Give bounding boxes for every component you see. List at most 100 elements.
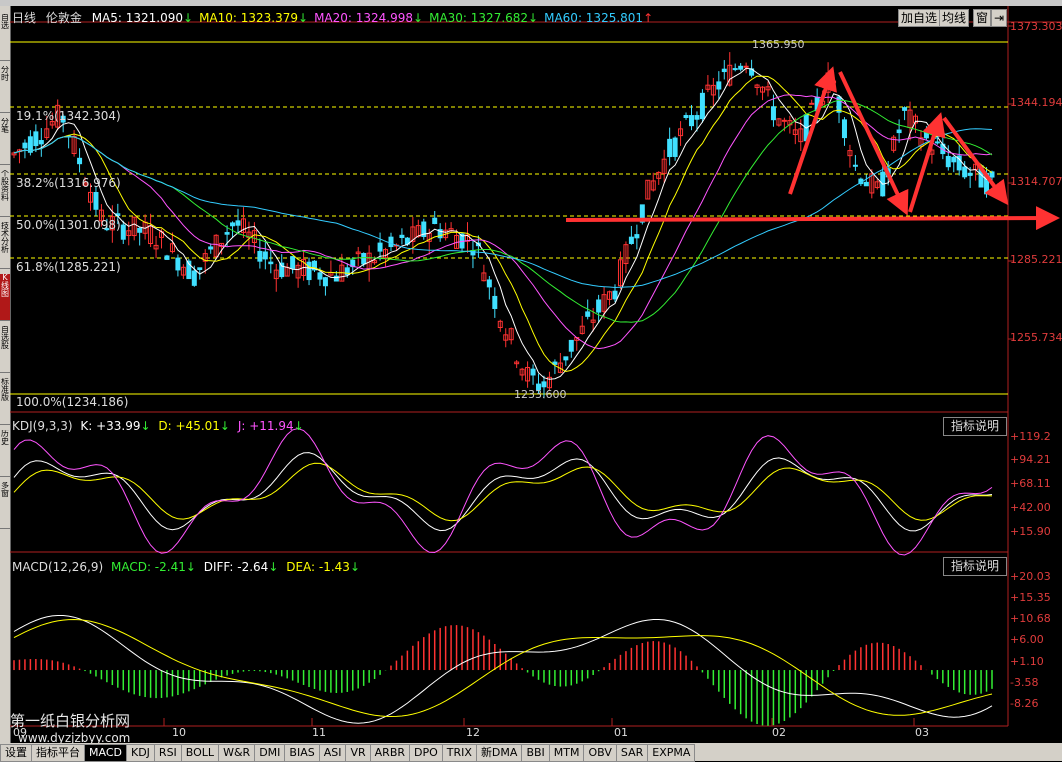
moving-average-button[interactable]: 均线 xyxy=(939,9,970,27)
macd-tick: +20.03 xyxy=(1010,570,1051,583)
macd-name: MACD(12,26,9) xyxy=(12,560,104,574)
indicator-tab-w&r[interactable]: W&R xyxy=(218,744,256,762)
fib-level-label: 61.8%(1285.221) xyxy=(16,260,121,274)
exit-icon[interactable]: ⇥ xyxy=(991,9,1008,27)
candle-body xyxy=(38,140,44,145)
candle-body xyxy=(492,295,498,309)
candle-body xyxy=(361,252,367,265)
macd-info-button[interactable]: 指标说明 xyxy=(943,557,1007,576)
indicator-tab-vr[interactable]: VR xyxy=(345,744,371,762)
candle-body xyxy=(317,272,323,280)
candle-body xyxy=(738,65,744,70)
low-price-mark: 1233.600 xyxy=(514,388,567,401)
price-tick: 1314.707 xyxy=(1010,175,1062,188)
indicator-tab-arbr[interactable]: ARBR xyxy=(369,744,411,762)
macd-tick: +1.10 xyxy=(1010,655,1044,668)
sidebar-tab[interactable]: 历史 xyxy=(0,430,10,477)
sidebar-tab[interactable]: 自选 xyxy=(0,14,10,61)
candle-body xyxy=(377,242,383,252)
sidebar-tab[interactable]: 个股资料 xyxy=(0,170,10,217)
add-favorite-button[interactable]: 加自选 xyxy=(898,9,941,27)
sidebar-tab[interactable]: 分时 xyxy=(0,66,10,113)
macd-series xyxy=(13,615,993,726)
chart-area[interactable] xyxy=(10,6,1062,743)
candle-body xyxy=(628,236,634,244)
candle-body xyxy=(634,234,640,239)
sidebar-tab[interactable]: K线图 xyxy=(0,274,10,321)
indicator-tab-设置[interactable]: 设置 xyxy=(0,744,32,762)
candle-body xyxy=(530,368,536,376)
candle-body xyxy=(716,81,722,90)
indicator-tab-trix[interactable]: TRIX xyxy=(441,744,477,762)
candle-body xyxy=(262,251,268,260)
ma-line xyxy=(13,67,992,380)
candle-body xyxy=(732,68,738,71)
sidebar-tab[interactable]: 自选股 xyxy=(0,326,10,373)
kdj-line xyxy=(13,452,993,532)
macd-diff-value: DIFF: -2.64 xyxy=(203,560,269,574)
kdj-k-value: K: +33.99 xyxy=(80,419,141,433)
candle-body xyxy=(541,381,547,388)
candle-body xyxy=(667,138,673,158)
kdj-tick: +68.11 xyxy=(1010,477,1051,490)
support-arrow xyxy=(565,206,1060,231)
indicator-tab-asi[interactable]: ASI xyxy=(318,744,347,762)
indicator-tab-kdj[interactable]: KDJ xyxy=(125,744,155,762)
candle-body xyxy=(164,255,170,260)
kdj-info-button[interactable]: 指标说明 xyxy=(943,417,1007,436)
sidebar-tab[interactable]: 技术分析 xyxy=(0,222,10,269)
candle-body xyxy=(699,92,705,120)
candle-body xyxy=(568,339,574,352)
candle-body xyxy=(923,129,929,139)
moving-average-lines xyxy=(13,67,993,380)
indicator-tab-macd[interactable]: MACD xyxy=(84,744,127,762)
kdj-header: KDJ(9,3,3) K: +33.99↓ D: +45.01↓ J: +11.… xyxy=(12,419,304,433)
annotation-arrow xyxy=(788,66,837,195)
indicator-tab-boll[interactable]: BOLL xyxy=(180,744,220,762)
candle-body xyxy=(596,299,602,313)
candle-body xyxy=(432,217,438,225)
candle-body xyxy=(399,234,405,239)
candle-body xyxy=(77,157,83,165)
sidebar-tab[interactable]: 分笔 xyxy=(0,118,10,165)
kdj-tick: +119.2 xyxy=(1010,430,1051,443)
candle-body xyxy=(989,171,995,178)
candle-body xyxy=(743,65,749,68)
month-label: 12 xyxy=(466,726,480,739)
candle-body xyxy=(563,356,569,361)
candle-body xyxy=(896,129,902,134)
month-label: 02 xyxy=(772,726,786,739)
candle-body xyxy=(191,270,197,286)
kdj-tick: +94.21 xyxy=(1010,453,1051,466)
ma-legend: MA5: 1321.090↓ MA10: 1323.379↓ MA20: 1324.… xyxy=(92,11,659,25)
indicator-tab-新dma[interactable]: 新DMA xyxy=(475,744,523,762)
ma-legend-item: MA60: 1325.801↑ xyxy=(544,11,654,25)
candle-body xyxy=(585,311,591,317)
indicator-tab-指标平台[interactable]: 指标平台 xyxy=(31,744,85,762)
month-label: 03 xyxy=(915,726,929,739)
indicator-tab-dmi[interactable]: DMI xyxy=(254,744,286,762)
candle-body xyxy=(306,261,312,281)
month-label: 10 xyxy=(172,726,186,739)
indicator-tab-bias[interactable]: BIAS xyxy=(284,744,320,762)
indicator-tab-mtm[interactable]: MTM xyxy=(548,744,585,762)
kdj-lines xyxy=(13,427,993,556)
indicator-tab-obv[interactable]: OBV xyxy=(583,744,617,762)
ma-legend-item: MA20: 1324.998↓ xyxy=(314,11,424,25)
candle-body xyxy=(612,290,618,300)
indicator-tab-sar[interactable]: SAR xyxy=(615,744,649,762)
sidebar-tab[interactable]: 多窗 xyxy=(0,482,10,529)
sidebar-tab[interactable]: 标准版 xyxy=(0,378,10,425)
ma-legend-item: MA5: 1321.090↓ xyxy=(91,11,194,25)
candle-body xyxy=(137,227,143,233)
candle-body xyxy=(197,267,203,271)
indicator-tab-expma[interactable]: EXPMA xyxy=(647,744,696,762)
window-button[interactable]: 窗 xyxy=(973,9,992,27)
kdj-line xyxy=(13,427,993,556)
indicator-tab-rsi[interactable]: RSI xyxy=(153,744,182,762)
kdj-tick: +42.00 xyxy=(1010,501,1051,514)
candle-body xyxy=(290,256,296,269)
macd-tick: +6.00 xyxy=(1010,633,1044,646)
indicator-tab-bbi[interactable]: BBI xyxy=(521,744,550,762)
indicator-tab-dpo[interactable]: DPO xyxy=(409,744,443,762)
